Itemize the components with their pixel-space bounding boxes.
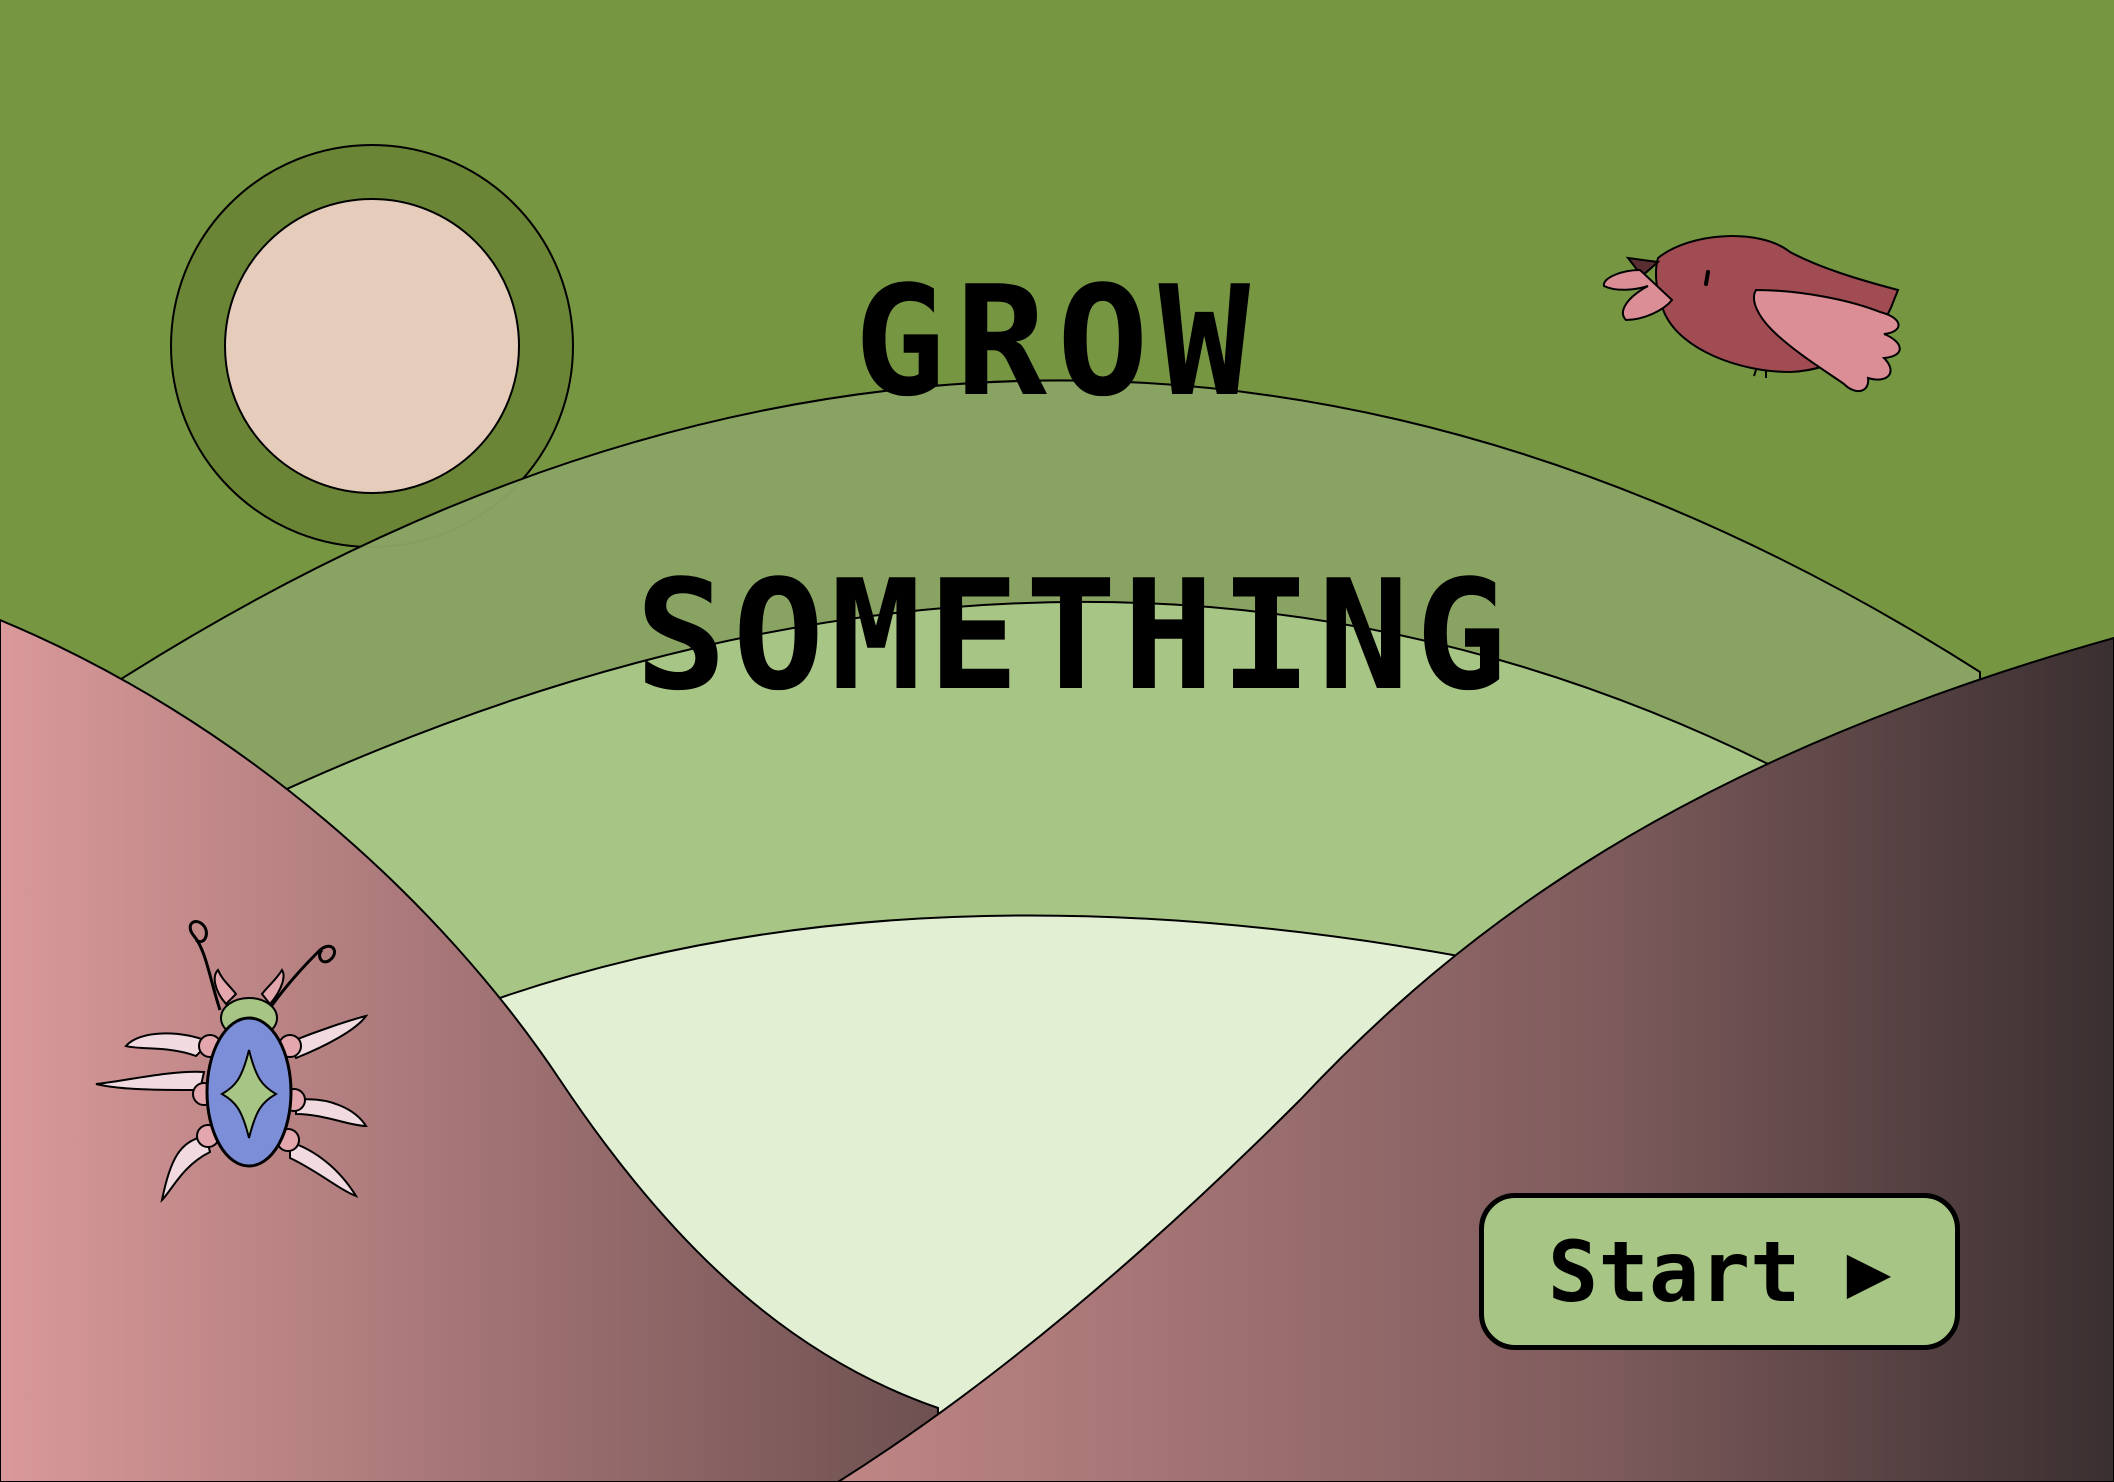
play-arrow-icon: ▶ <box>1846 1237 1892 1306</box>
title-line-2: SOMETHING <box>635 547 1513 724</box>
sun-icon <box>224 198 520 494</box>
title-screen: GROW SOMETHING Start ▶ <box>0 0 2114 1482</box>
start-button-label: Start <box>1547 1222 1801 1321</box>
start-button[interactable]: Start ▶ <box>1479 1193 1960 1350</box>
title-line-1: GROW <box>854 253 1260 430</box>
